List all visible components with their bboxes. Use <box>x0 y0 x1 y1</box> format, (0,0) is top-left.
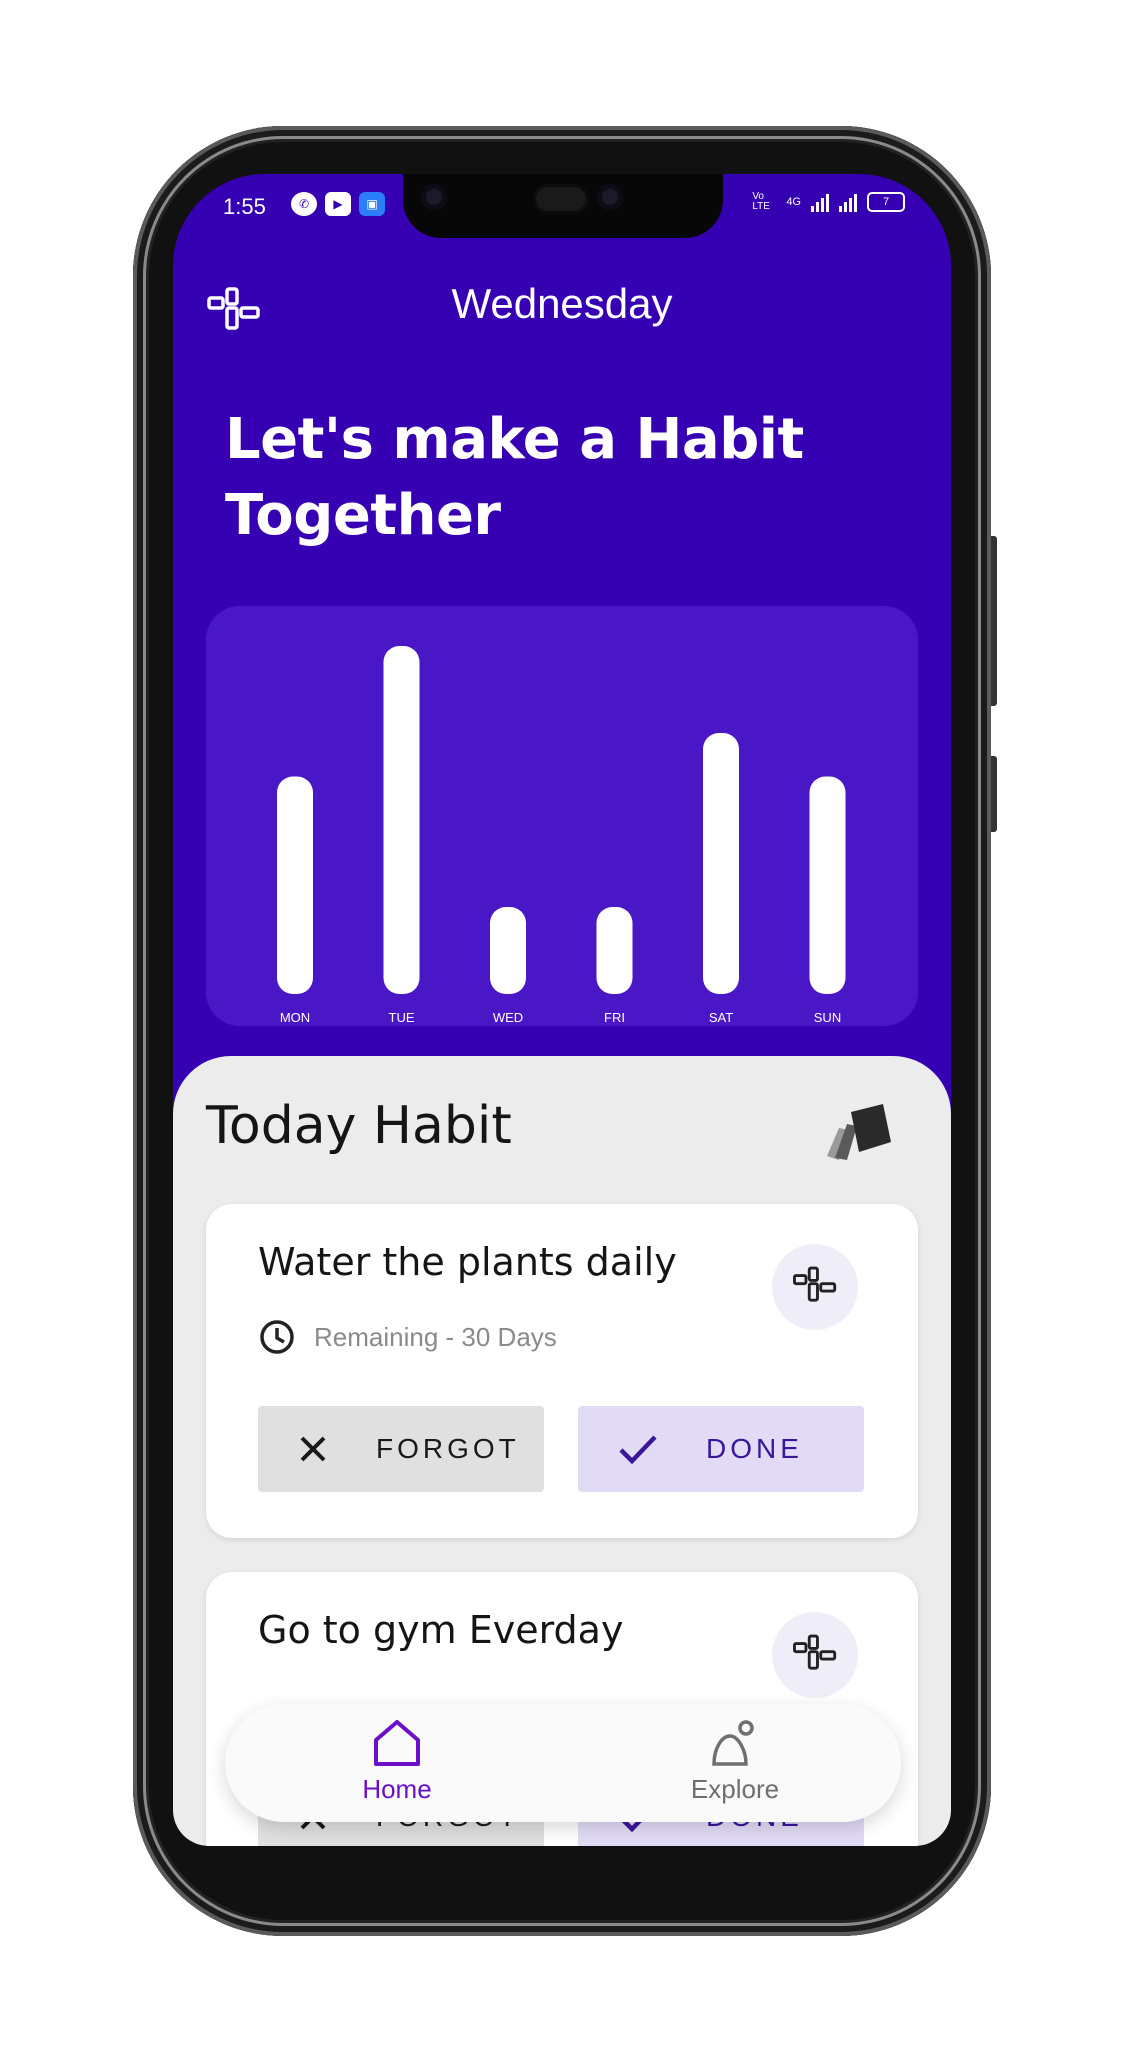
earpiece <box>533 184 589 214</box>
youtube-icon: ▶ <box>325 192 351 216</box>
habit-chart: MON TUE WED FRI SAT SUN <box>206 606 918 1026</box>
bar-tue <box>383 646 420 994</box>
clock-icon <box>260 1320 294 1354</box>
forgot-button[interactable]: FORGOT <box>258 1406 544 1492</box>
android-icon: ▣ <box>359 192 385 216</box>
home-icon <box>374 1720 420 1766</box>
nav-explore-label: Explore <box>690 1774 780 1804</box>
habit-card[interactable]: Water the plants daily Remaining - 30 Da… <box>206 1204 918 1538</box>
blocks-icon <box>772 1612 858 1698</box>
explore-icon <box>712 1720 754 1766</box>
phone-frame: 1:55 ✆ ▶ ▣ Vo LTE 4G 7 Wednesday Let's m… <box>133 126 997 1936</box>
habit-name: Water the plants daily <box>258 1240 677 1284</box>
tick-label-tue: TUE <box>389 1010 415 1025</box>
volume-button <box>991 536 997 706</box>
status-time: 1:55 <box>223 194 266 219</box>
signal-icon <box>811 192 829 212</box>
power-button <box>991 756 997 832</box>
tick-label-sun: SUN <box>814 1010 841 1025</box>
tick-label-sat: SAT <box>709 1010 733 1025</box>
blocks-icon <box>772 1244 858 1330</box>
notch <box>403 174 723 238</box>
nav-explore[interactable]: Explore <box>635 1718 835 1805</box>
check-icon <box>619 1435 657 1464</box>
bar-wed <box>490 907 526 994</box>
remaining-row: Remaining - 30 Days <box>258 1318 557 1356</box>
bar-sat <box>703 733 739 994</box>
done-button[interactable]: DONE <box>578 1406 864 1492</box>
battery-icon: 7 <box>867 192 905 212</box>
today-title: Today Habit <box>206 1096 512 1156</box>
front-camera <box>421 184 447 210</box>
bar-sun <box>809 776 846 994</box>
remaining-text: Remaining - 30 Days <box>314 1321 557 1352</box>
bottom-nav: Home Explore <box>225 1704 901 1822</box>
day-title: Wednesday <box>451 280 673 327</box>
app-screen: 1:55 ✆ ▶ ▣ Vo LTE 4G 7 Wednesday Let's m… <box>173 174 951 1846</box>
front-sensor <box>597 184 623 210</box>
bar-fri <box>596 907 633 994</box>
stack-icon[interactable] <box>821 1098 895 1162</box>
volte-label: Vo LTE <box>752 191 770 212</box>
tick-label-mon: MON <box>280 1010 310 1025</box>
tick-label-fri: FRI <box>604 1010 625 1025</box>
bar-chart: MON TUE WED FRI SAT SUN <box>277 646 846 1025</box>
forgot-label: FORGOT <box>376 1433 520 1464</box>
signal-icon-2 <box>839 192 857 212</box>
phone-icon: ✆ <box>291 192 317 216</box>
nav-home[interactable]: Home <box>297 1718 497 1805</box>
tick-label-wed: WED <box>493 1010 523 1025</box>
close-icon <box>300 1436 326 1462</box>
done-label: DONE <box>706 1433 803 1464</box>
bar-mon <box>277 776 313 994</box>
nav-home-label: Home <box>362 1774 432 1804</box>
habit-name: Go to gym Everday <box>258 1608 624 1652</box>
network-label: 4G <box>786 196 801 208</box>
headline: Let's make a Habit Together <box>225 407 804 548</box>
